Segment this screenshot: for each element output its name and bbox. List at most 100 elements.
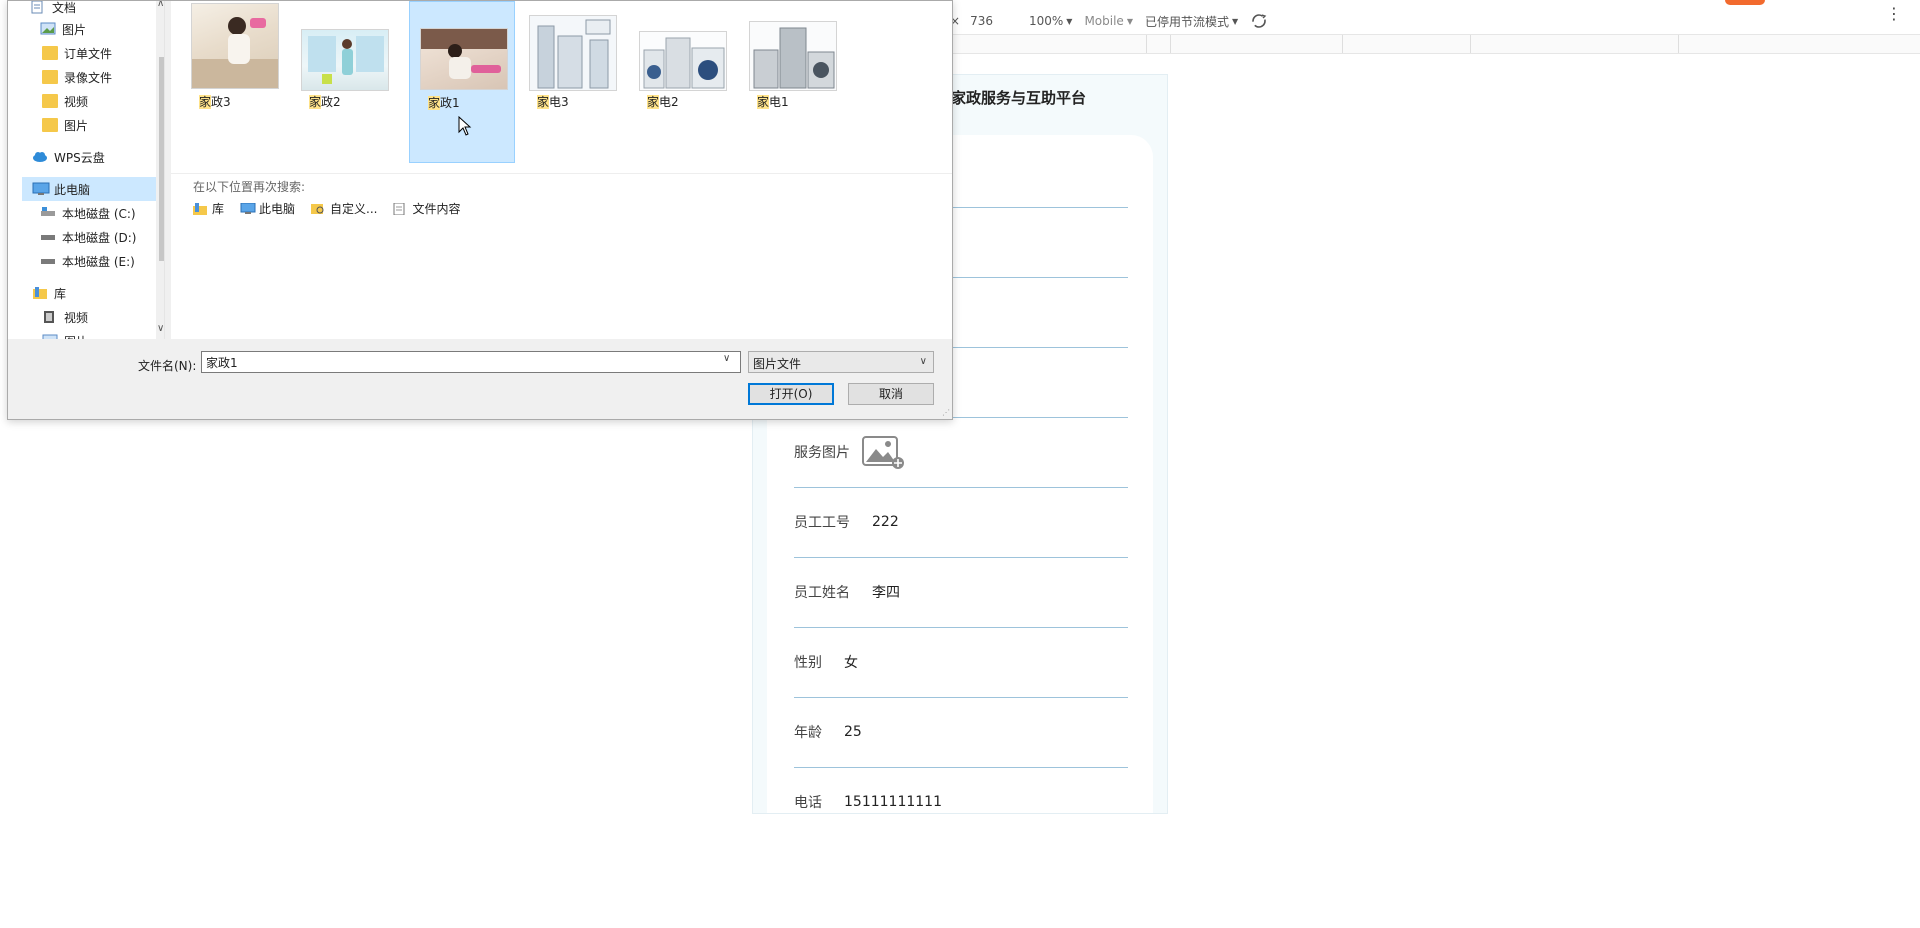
folder-icon (42, 70, 58, 84)
nav-item-label: 录像文件 (64, 70, 113, 85)
height-input[interactable]: 736 (970, 14, 993, 28)
nav-item-label: 本地磁盘 (D:) (62, 230, 137, 245)
file-item[interactable]: 家政3 (181, 1, 287, 163)
cancel-button[interactable]: 取消 (848, 383, 934, 405)
file-thumbnail (749, 21, 837, 91)
rotate-icon[interactable] (1250, 12, 1268, 30)
document-icon (393, 202, 407, 215)
form-row-employee-name[interactable]: 员工姓名 李四 (794, 557, 1128, 628)
age-value[interactable]: 25 (844, 724, 862, 740)
library-icon (193, 202, 207, 215)
computer-icon (240, 202, 256, 215)
phone-value[interactable]: 15111111111 (844, 794, 942, 810)
search-location-list: 库 此电脑 自定义... 文件内容 (193, 200, 477, 217)
nav-item-folder[interactable]: 视频 (42, 89, 164, 113)
zoom-select[interactable]: 100% ▼ (1029, 14, 1072, 28)
file-type-select[interactable]: 图片文件 ∨ (748, 351, 934, 373)
form-row-phone[interactable]: 电话 15111111111 (794, 767, 1128, 813)
file-item[interactable]: 家电2 (629, 1, 735, 163)
nav-item-folder[interactable]: 图片 (42, 113, 164, 137)
phone-label: 电话 (794, 795, 822, 811)
employee-name-label: 员工姓名 (794, 585, 850, 601)
employee-id-value[interactable]: 222 (872, 514, 899, 530)
device-type-select[interactable]: Mobile ▼ (1084, 14, 1133, 28)
nav-item-drive-c[interactable]: 本地磁盘 (C:) (40, 201, 164, 225)
nav-item-label: 文档 (52, 1, 77, 15)
file-item[interactable]: 家政2 (291, 1, 397, 163)
folder-icon (42, 118, 58, 132)
nav-item-wps-cloud[interactable]: WPS云盘 (32, 145, 164, 169)
file-item-selected[interactable]: 家政1 (409, 1, 515, 163)
nav-item-drive-d[interactable]: 本地磁盘 (D:) (40, 225, 164, 249)
search-again-section: 在以下位置再次搜索: 库 此电脑 自定义... 文件内容 (171, 173, 952, 340)
file-name: 家政3 (199, 95, 231, 109)
image-upload-icon[interactable] (862, 435, 904, 469)
chevron-up-icon[interactable]: ∧ (157, 1, 164, 9)
file-item[interactable]: 家电3 (519, 1, 625, 163)
resize-grip-icon[interactable]: ⋰ (942, 408, 950, 417)
nav-item-label: 本地磁盘 (E:) (62, 254, 135, 269)
nav-item-label: WPS云盘 (54, 150, 105, 165)
nav-item-drive-e[interactable]: 本地磁盘 (E:) (40, 249, 164, 273)
nav-scrollbar[interactable]: ∧ ∨ (156, 1, 164, 339)
drive-icon (40, 230, 56, 244)
zoom-value: 100% (1028, 14, 1064, 28)
computer-icon (32, 182, 50, 196)
chevron-down-icon[interactable]: ∨ (723, 353, 730, 364)
device-type-value: Mobile (1084, 14, 1124, 28)
gender-value[interactable]: 女 (844, 652, 858, 672)
file-thumbnail (639, 31, 727, 91)
file-item[interactable]: 家电1 (739, 1, 845, 163)
nav-item-label: 图片 (64, 118, 89, 133)
gender-label: 性别 (794, 655, 822, 671)
filename-input[interactable] (201, 351, 741, 373)
chevron-down-icon: ∨ (919, 356, 927, 367)
search-location-label: 此电脑 (259, 202, 296, 216)
nav-item-label: 本地磁盘 (C:) (62, 206, 136, 221)
form-row-gender[interactable]: 性别 女 (794, 627, 1128, 698)
file-name: 家政1 (428, 96, 460, 110)
search-again-title: 在以下位置再次搜索: (193, 180, 306, 194)
form-row-service-image[interactable]: 服务图片 (794, 417, 1128, 488)
nav-item-label: 视频 (64, 94, 89, 109)
drive-icon (40, 206, 56, 220)
search-location-file-content[interactable]: 文件内容 (393, 200, 461, 217)
kebab-icon[interactable]: ⋮ (1886, 4, 1902, 23)
search-location-library[interactable]: 库 (193, 200, 224, 217)
file-name: 家电3 (537, 95, 569, 109)
nav-item-library[interactable]: 库 (32, 281, 164, 305)
employee-id-label: 员工工号 (794, 515, 850, 531)
nav-item-pictures-pinned[interactable]: 图片 📌 (40, 17, 164, 41)
filename-label: 文件名(N): (138, 359, 197, 373)
folder-icon (42, 46, 58, 60)
library-icon (32, 286, 48, 300)
file-thumbnail (191, 3, 279, 89)
nav-item-videos[interactable]: 视频 (42, 305, 164, 329)
employee-name-value[interactable]: 李四 (872, 582, 900, 602)
folder-search-icon (311, 203, 325, 215)
nav-item-folder[interactable]: 录像文件 (42, 65, 164, 89)
file-name: 家政2 (309, 95, 341, 109)
throttle-select[interactable]: 已停用节流模式 ▼ (1145, 13, 1238, 30)
nav-item-label: 库 (54, 286, 67, 301)
nav-item-label: 视频 (64, 310, 89, 325)
throttle-value: 已停用节流模式 (1144, 14, 1229, 29)
form-row-employee-id[interactable]: 员工工号 222 (794, 487, 1128, 558)
caret-down-icon: ▼ (1126, 16, 1133, 26)
mouse-cursor-icon (458, 116, 472, 136)
nav-item-this-pc[interactable]: 此电脑 (22, 177, 164, 201)
chevron-down-icon[interactable]: ∨ (157, 323, 164, 334)
video-icon (42, 310, 58, 324)
file-open-dialog: 文档 📌 图片 📌 订单文件 录像文件 视频 图片 WPS云盘 (7, 0, 953, 420)
scrollbar-thumb[interactable] (159, 57, 164, 261)
nav-item-pictures[interactable]: 图片 (42, 329, 164, 339)
navigation-pane: 文档 📌 图片 📌 订单文件 录像文件 视频 图片 WPS云盘 (8, 1, 165, 339)
file-type-value: 图片文件 (753, 357, 802, 371)
form-row-age[interactable]: 年龄 25 (794, 697, 1128, 768)
search-location-custom[interactable]: 自定义... (311, 200, 377, 217)
nav-item-folder[interactable]: 订单文件 (42, 41, 164, 65)
open-button[interactable]: 打开(O) (748, 383, 834, 405)
nav-item-label: 图片 (62, 22, 87, 37)
search-location-this-pc[interactable]: 此电脑 (240, 200, 295, 217)
device-toolbar: × 736 100% ▼ Mobile ▼ 已停用节流模式 ▼ (950, 8, 1920, 34)
